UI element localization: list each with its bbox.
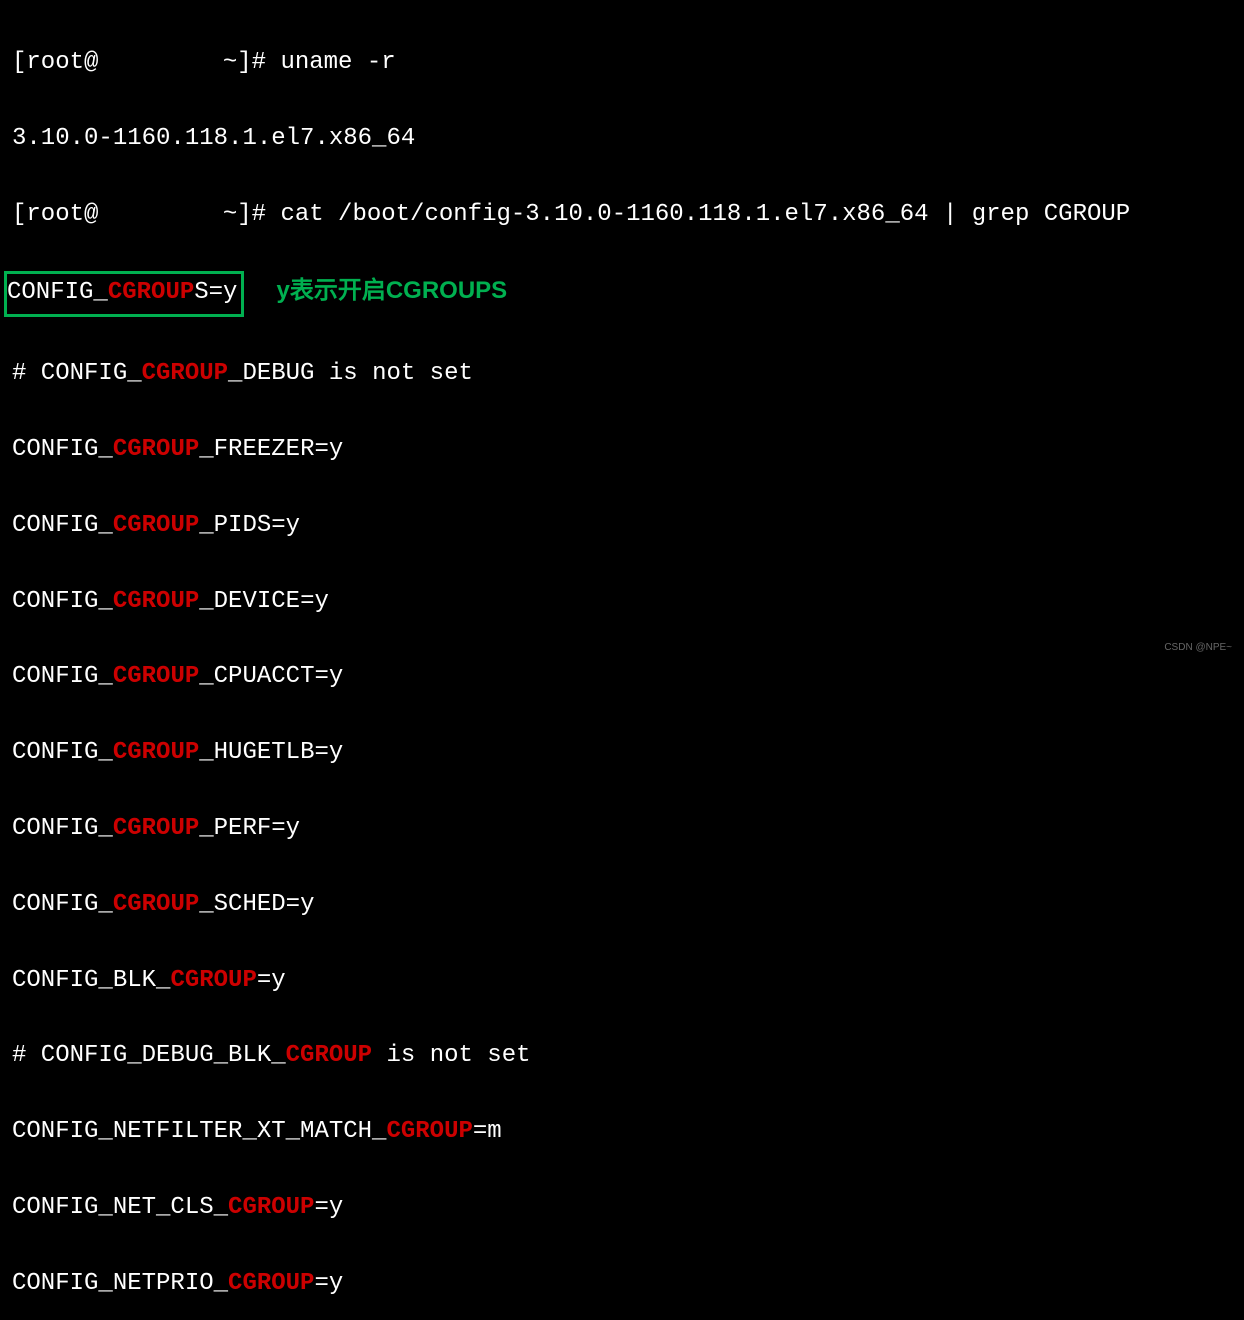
output-line: CONFIG_CGROUP_PERF=y — [12, 810, 1232, 848]
grep-match: CGROUP — [113, 663, 199, 690]
grep-match: CGROUP — [286, 1042, 372, 1069]
output-line: # CONFIG_CGROUP_DEBUG is not set — [12, 355, 1232, 393]
grep-match: CGROUP — [113, 588, 199, 615]
prompt-suffix: ~]# — [208, 201, 280, 228]
output-line: CONFIG_CGROUP_PIDS=y — [12, 507, 1232, 545]
output-line: CONFIG_CGROUP_HUGETLB=y — [12, 734, 1232, 772]
grep-match: CGROUP — [170, 967, 256, 994]
prompt-prefix: [root@ — [12, 201, 98, 228]
output-line: CONFIG_NETFILTER_XT_MATCH_CGROUP=m — [12, 1113, 1232, 1151]
grep-match: CGROUP — [386, 1118, 472, 1145]
grep-match: CGROUP — [113, 815, 199, 842]
grep-match: CGROUP — [113, 512, 199, 539]
prompt-suffix: ~]# — [208, 49, 280, 76]
prompt-prefix: [root@ — [12, 49, 98, 76]
grep-match: CGROUP — [113, 739, 199, 766]
prompt-line-1: [root@ ~]# uname -r — [12, 44, 1232, 82]
grep-match: CGROUP — [228, 1270, 314, 1297]
output-kernel-version: 3.10.0-1160.118.1.el7.x86_64 — [12, 120, 1232, 158]
output-line: CONFIG_CGROUP_FREEZER=y — [12, 431, 1232, 469]
grep-match: CGROUP — [113, 436, 199, 463]
redacted-hostname — [98, 198, 208, 224]
output-line: # CONFIG_DEBUG_BLK_CGROUP is not set — [12, 1037, 1232, 1075]
redacted-hostname — [98, 47, 208, 73]
output-line: CONFIG_CGROUP_CPUACCT=y — [12, 658, 1232, 696]
grep-match: CGROUP — [142, 360, 228, 387]
output-line: CONFIG_NETPRIO_CGROUP=y — [12, 1265, 1232, 1303]
output-line: CONFIG_CGROUP_SCHED=y — [12, 886, 1232, 924]
watermark-text: CSDN @NPE~ — [1164, 640, 1232, 656]
output-line: CONFIG_CGROUP_DEVICE=y — [12, 583, 1232, 621]
output-line: CONFIG_BLK_CGROUP=y — [12, 962, 1232, 1000]
output-line-cgroups: CONFIG_CGROUPS=yy表示开启CGROUPS — [12, 271, 1232, 317]
output-line: CONFIG_NET_CLS_CGROUP=y — [12, 1189, 1232, 1227]
grep-match: CGROUP — [113, 891, 199, 918]
annotation-text: y表示开启CGROUPS — [276, 272, 507, 310]
command-2: cat /boot/config-3.10.0-1160.118.1.el7.x… — [280, 201, 1130, 228]
prompt-line-2: [root@ ~]# cat /boot/config-3.10.0-1160.… — [12, 196, 1232, 234]
highlight-box: CONFIG_CGROUPS=y — [4, 271, 244, 317]
command-1: uname -r — [280, 49, 395, 76]
terminal-output: [root@ ~]# uname -r 3.10.0-1160.118.1.el… — [0, 0, 1244, 1320]
grep-match: CGROUP — [108, 279, 194, 306]
grep-match: CGROUP — [228, 1194, 314, 1221]
